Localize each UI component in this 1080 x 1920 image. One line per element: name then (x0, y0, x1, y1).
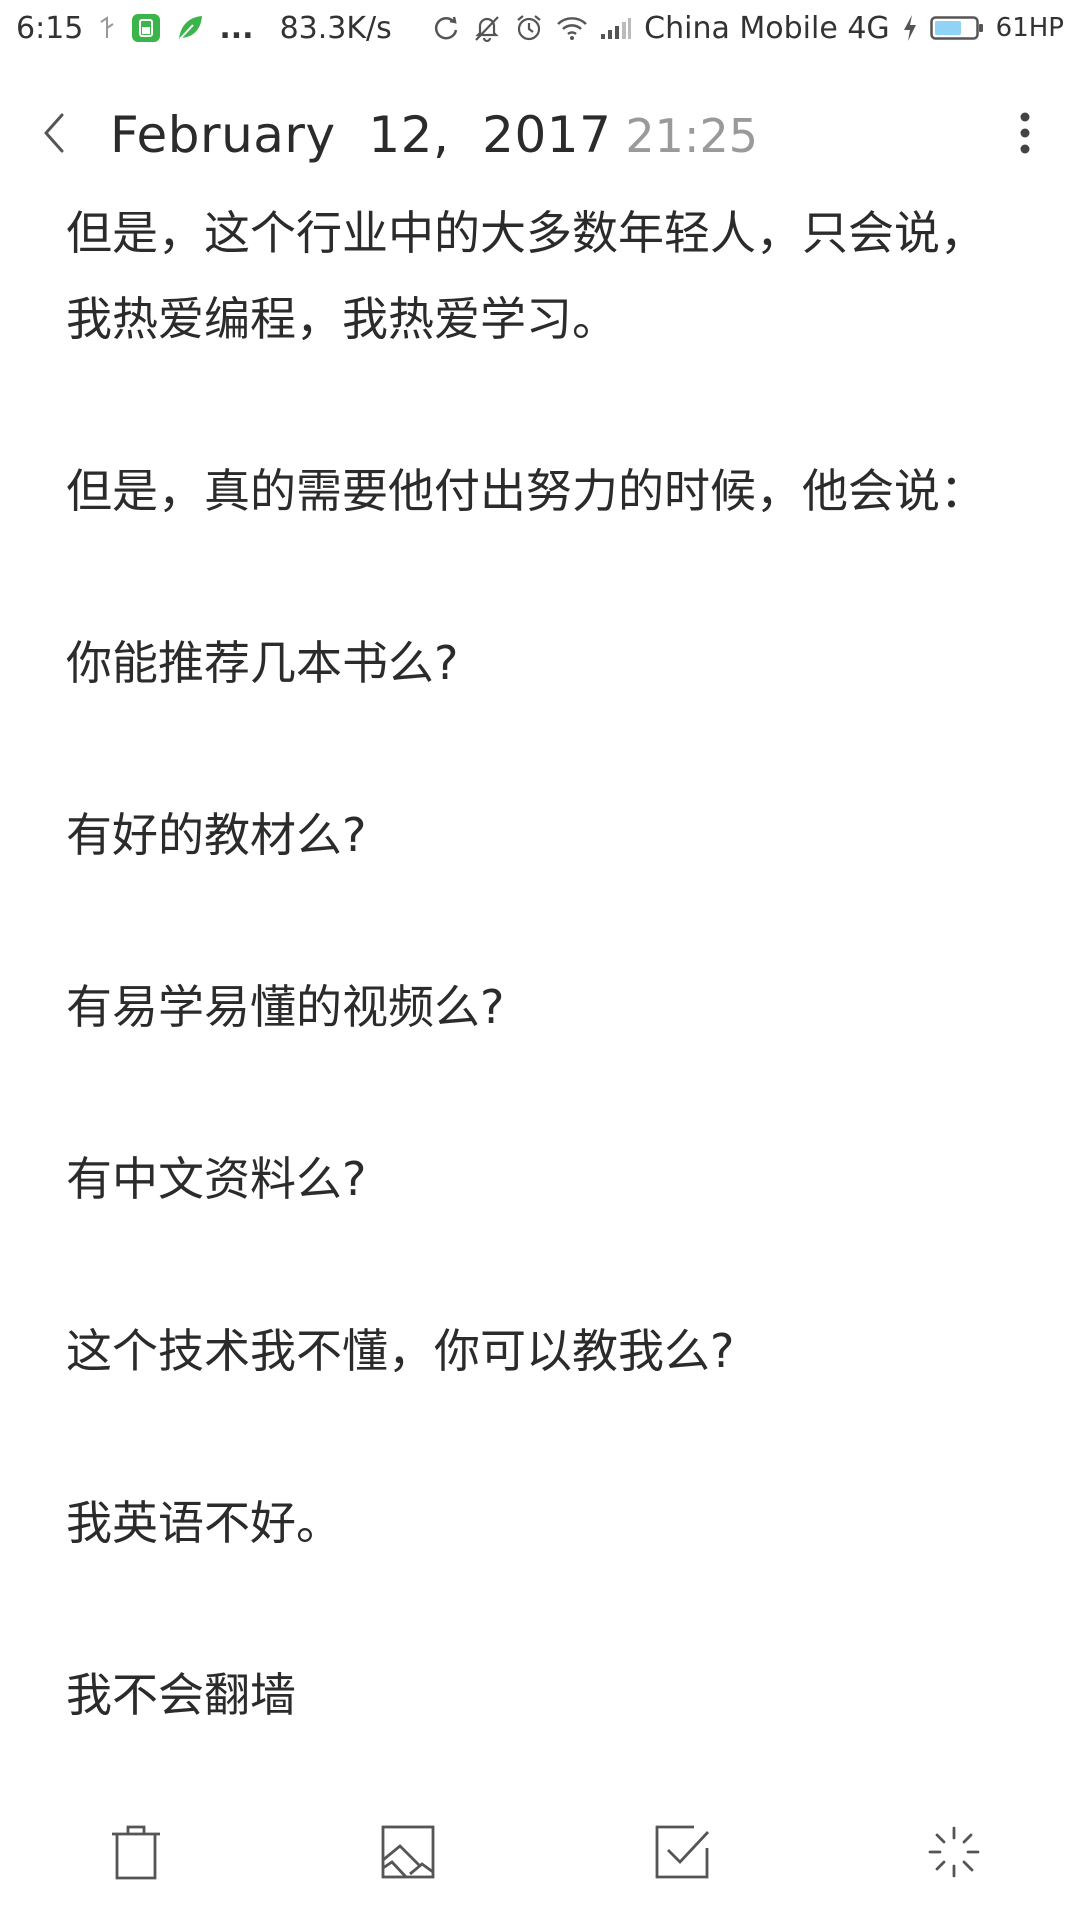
wifi-icon (556, 15, 588, 41)
note-paragraph: 有中文资料么? (66, 1152, 367, 1206)
carrier-label: China Mobile 4G (644, 10, 890, 46)
status-right: China Mobile 4G 61HP (432, 11, 1064, 46)
battery-level: 61HP (995, 13, 1064, 43)
note-title: February 12, 2017 21:25 (110, 106, 758, 164)
usb-icon (97, 16, 117, 40)
more-notifications-indicator: ... (219, 10, 254, 46)
note-paragraph: 我不会翻墙 (66, 1668, 296, 1722)
status-left: 6:15 ... 83.3K/s (16, 11, 392, 46)
note-paragraph: 我英语不好。 (66, 1496, 342, 1550)
battery-icon (929, 14, 984, 42)
more-vertical-icon (1019, 111, 1031, 159)
note-paragraph: 但是，这个行业中的大多数年轻人，只会说，我热爱编程，我热爱学习。 (66, 206, 986, 346)
delete-button[interactable] (100, 1818, 172, 1890)
mute-vibrate-icon (472, 13, 502, 43)
status-bar: 6:15 ... 83.3K/s China Mobile 4G 61HP (0, 0, 1080, 56)
more-options-button[interactable] (970, 90, 1080, 180)
note-paragraph: 有易学易懂的视频么? (66, 980, 505, 1034)
note-paragraph: 但是，真的需要他付出努力的时候，他会说： (66, 464, 986, 518)
app-notification-icon (131, 13, 161, 43)
insert-image-button[interactable] (372, 1818, 444, 1890)
note-time: 21:25 (625, 109, 758, 163)
note-paragraph: 这个技术我不懂，你可以教我么? (66, 1324, 735, 1378)
signal-icon (600, 16, 632, 40)
note-header: February 12, 2017 21:25 (0, 90, 1080, 180)
charging-icon (902, 14, 918, 42)
note-paragraph: 有好的教材么? (66, 808, 367, 862)
note-body[interactable]: 但是，这个行业中的大多数年轻人，只会说，我热爱编程，我热爱学习。 但是，真的需要… (66, 190, 1016, 1788)
magic-icon (926, 1824, 982, 1884)
delete-icon (108, 1822, 164, 1886)
status-time: 6:15 (16, 10, 84, 46)
note-app: 6:15 ... 83.3K/s China Mobile 4G 61HP Fe… (0, 0, 1080, 1920)
note-date: February 12, 2017 (110, 106, 612, 164)
checklist-button[interactable] (646, 1818, 718, 1890)
bottom-toolbar (0, 1788, 1080, 1920)
leaf-icon (175, 13, 205, 43)
chevron-left-icon (40, 111, 70, 159)
magic-button[interactable] (918, 1818, 990, 1890)
image-icon (380, 1824, 436, 1884)
back-button[interactable] (0, 90, 110, 180)
sync-icon (432, 14, 460, 42)
network-speed: 83.3K/s (279, 10, 392, 46)
checklist-icon (654, 1824, 710, 1884)
alarm-icon (514, 13, 544, 43)
note-paragraph: 你能推荐几本书么? (66, 636, 459, 690)
